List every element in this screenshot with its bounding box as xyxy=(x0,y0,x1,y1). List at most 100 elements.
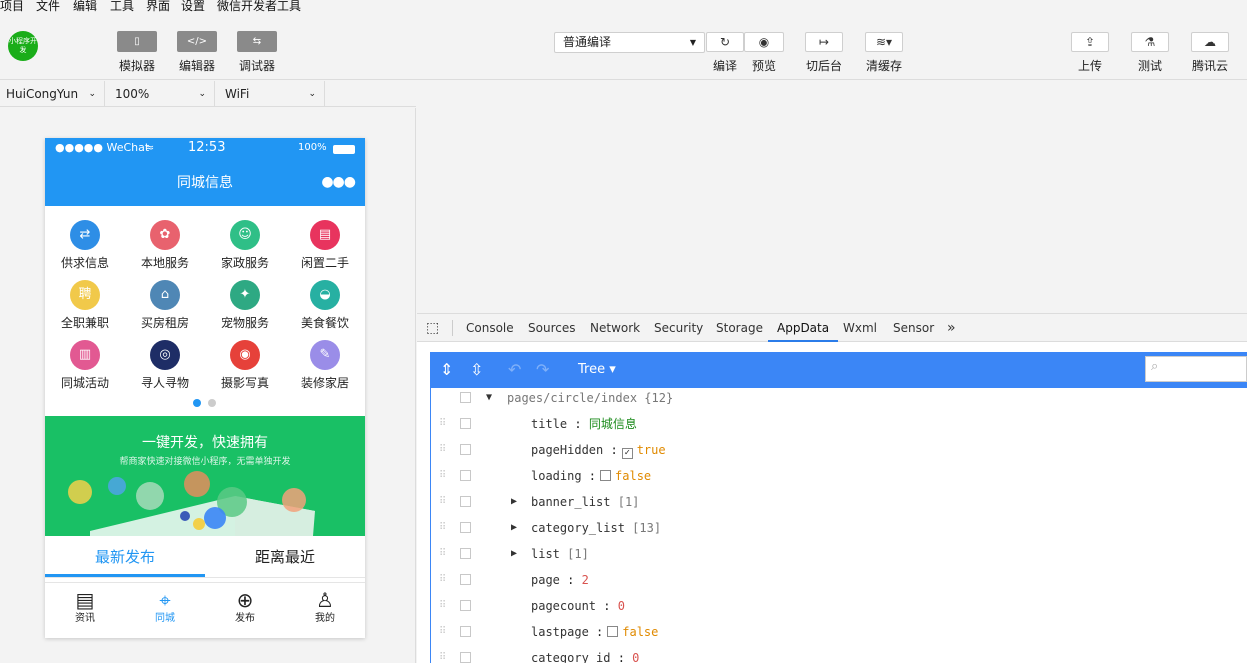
row-checkbox[interactable] xyxy=(460,626,471,637)
tree-row[interactable]: ⠿ pageHidden : ✓ true xyxy=(431,437,1247,463)
test-button[interactable]: ⚗ xyxy=(1131,32,1169,52)
category-item[interactable]: ✦ 宠物服务 xyxy=(205,280,285,340)
triangle-right-icon[interactable]: ▶ xyxy=(511,489,517,515)
triangle-down-icon[interactable]: ▼ xyxy=(486,388,492,411)
menu-item-tools[interactable]: 工具 xyxy=(110,0,134,14)
row-checkbox[interactable] xyxy=(460,392,471,403)
triangle-right-icon[interactable]: ▶ xyxy=(511,515,517,541)
more-icon[interactable]: ●●● xyxy=(321,174,356,190)
category-item[interactable]: ✿ 本地服务 xyxy=(125,220,205,280)
indicator-dot-active[interactable] xyxy=(193,399,201,407)
row-value[interactable]: 0 xyxy=(618,599,625,613)
menu-item-project[interactable]: 项目 xyxy=(0,0,24,14)
tab-sources[interactable]: Sources xyxy=(528,314,575,342)
drag-handle-icon[interactable]: ⠿ xyxy=(439,619,446,645)
drag-handle-icon[interactable]: ⠿ xyxy=(439,463,446,489)
checkbox-unchecked[interactable] xyxy=(600,470,612,481)
row-checkbox[interactable] xyxy=(460,470,471,481)
inspect-icon[interactable]: ⬚ xyxy=(426,314,439,342)
view-mode-select[interactable]: Tree ▾ xyxy=(578,362,616,377)
category-item[interactable]: ◉ 摄影写真 xyxy=(205,340,285,400)
promo-banner[interactable]: 一键开发，快速拥有 帮商家快速对接微信小程序，无需单独开发 xyxy=(45,416,365,536)
category-item[interactable]: ◎ 寻人寻物 xyxy=(125,340,205,400)
menu-item-interface[interactable]: 界面 xyxy=(146,0,170,14)
tree-row[interactable]: ⠿ ▶ list [1] xyxy=(431,541,1247,567)
tabbar-item-profile[interactable]: ♙ 我的 xyxy=(285,587,365,625)
tree-row[interactable]: ⠿ title : 同城信息 xyxy=(431,411,1247,437)
tabbar-item-publish[interactable]: ⊕ 发布 xyxy=(205,587,285,625)
tree-row[interactable]: ⠿ loading : false xyxy=(431,463,1247,489)
redo-icon[interactable]: ↷ xyxy=(536,360,549,379)
tree-row[interactable]: ⠿ lastpage : false xyxy=(431,619,1247,645)
more-tabs-icon[interactable]: » xyxy=(947,314,956,342)
row-value[interactable]: 同城信息 xyxy=(589,417,637,431)
row-checkbox[interactable] xyxy=(460,574,471,585)
tab-security[interactable]: Security xyxy=(654,314,703,342)
drag-handle-icon[interactable]: ⠿ xyxy=(439,411,446,437)
category-item[interactable]: ◒ 美食餐饮 xyxy=(285,280,365,340)
menu-item-wechat-devtools[interactable]: 微信开发者工具 xyxy=(217,0,301,14)
category-item[interactable]: ▥ 同城活动 xyxy=(45,340,125,400)
row-checkbox[interactable] xyxy=(460,496,471,507)
preview-button[interactable]: ◉ xyxy=(744,32,784,52)
clear-cache-button[interactable]: ≋▾ xyxy=(865,32,903,52)
editor-toggle-button[interactable]: </> xyxy=(177,31,217,52)
tab-console[interactable]: Console xyxy=(466,314,514,342)
row-checkbox[interactable] xyxy=(460,418,471,429)
tree-row[interactable]: ⠿ page : 2 xyxy=(431,567,1247,593)
row-value[interactable]: 2 xyxy=(582,573,589,587)
tree-root-row[interactable]: ▼ pages/circle/index {12} xyxy=(431,388,1247,411)
row-value[interactable]: 0 xyxy=(632,651,639,663)
background-button[interactable]: ↦ xyxy=(805,32,843,52)
upload-button[interactable]: ⇪ xyxy=(1071,32,1109,52)
zoom-select[interactable]: 100% ⌄ xyxy=(105,81,215,107)
category-item[interactable]: 聘全职兼职 xyxy=(45,280,125,340)
simulator-toggle-button[interactable]: ▯ xyxy=(117,31,157,52)
network-select[interactable]: WiFi ⌄ xyxy=(215,81,325,107)
drag-handle-icon[interactable]: ⠿ xyxy=(439,567,446,593)
tree-row[interactable]: ⠿ pagecount : 0 xyxy=(431,593,1247,619)
triangle-right-icon[interactable]: ▶ xyxy=(511,541,517,567)
tab-latest[interactable]: 最新发布 xyxy=(45,546,205,567)
checkbox-checked[interactable]: ✓ xyxy=(621,448,633,459)
debugger-toggle-button[interactable]: ⇆ xyxy=(237,31,277,52)
row-checkbox[interactable] xyxy=(460,600,471,611)
compile-mode-select[interactable]: 普通编译 ▼ xyxy=(554,32,705,53)
tab-network[interactable]: Network xyxy=(590,314,640,342)
tabbar-item-city[interactable]: ⌖ 同城 xyxy=(125,587,205,625)
tab-storage[interactable]: Storage xyxy=(716,314,763,342)
drag-handle-icon[interactable]: ⠿ xyxy=(439,515,446,541)
drag-handle-icon[interactable]: ⠿ xyxy=(439,489,446,515)
tab-wxml[interactable]: Wxml xyxy=(843,314,877,342)
category-item[interactable]: ✎ 装修家居 xyxy=(285,340,365,400)
appdata-search-input[interactable]: ⌕ xyxy=(1145,356,1247,382)
category-item[interactable]: ⌂ 买房租房 xyxy=(125,280,205,340)
category-item[interactable]: ⇄ 供求信息 xyxy=(45,220,125,280)
tree-row[interactable]: ⠿ ▶ category_list [13] xyxy=(431,515,1247,541)
undo-icon[interactable]: ↶ xyxy=(508,360,521,379)
row-checkbox[interactable] xyxy=(460,548,471,559)
tab-appdata[interactable]: AppData xyxy=(768,314,839,342)
menu-item-file[interactable]: 文件 xyxy=(36,0,60,14)
collapse-all-icon[interactable]: ⇳ xyxy=(470,360,483,379)
checkbox-unchecked[interactable] xyxy=(607,626,619,637)
row-checkbox[interactable] xyxy=(460,652,471,663)
indicator-dot[interactable] xyxy=(208,399,216,407)
tree-row[interactable]: ⠿ category_id : 0 xyxy=(431,645,1247,663)
drag-handle-icon[interactable]: ⠿ xyxy=(439,437,446,463)
device-model-select[interactable]: HuiCongYun ⌄ xyxy=(0,81,105,107)
menu-item-edit[interactable]: 编辑 xyxy=(73,0,97,14)
drag-handle-icon[interactable]: ⠿ xyxy=(439,645,446,663)
menu-item-settings[interactable]: 设置 xyxy=(181,0,205,14)
drag-handle-icon[interactable]: ⠿ xyxy=(439,541,446,567)
category-item[interactable]: ▤ 闲置二手 xyxy=(285,220,365,280)
drag-handle-icon[interactable]: ⠿ xyxy=(439,593,446,619)
expand-all-icon[interactable]: ⇕ xyxy=(440,360,453,379)
cloud-button[interactable]: ☁ xyxy=(1191,32,1229,52)
compile-button[interactable]: ↻ xyxy=(706,32,744,52)
row-checkbox[interactable] xyxy=(460,522,471,533)
tab-nearest[interactable]: 距离最近 xyxy=(205,546,365,567)
tree-row[interactable]: ⠿ ▶ banner_list [1] xyxy=(431,489,1247,515)
row-checkbox[interactable] xyxy=(460,444,471,455)
category-item[interactable]: ☺ 家政服务 xyxy=(205,220,285,280)
